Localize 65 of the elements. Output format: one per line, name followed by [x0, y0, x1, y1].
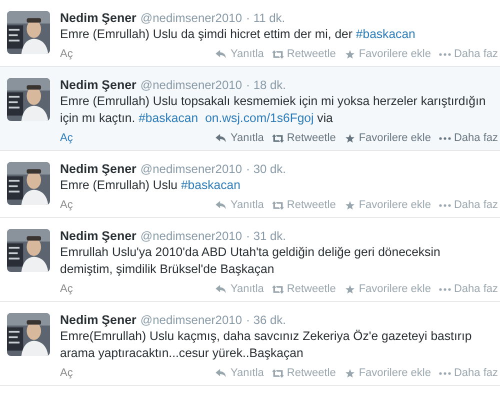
tweet-text: Emre(Emrullah) Uslu kaçmış, daha savcınız Zekeriya Öz'e gazeteyi bastırıp arama yaptıracaktın...cesur yürek..Başkaçan — [60, 328, 473, 362]
action-link[interactable]: Daha faz — [438, 132, 498, 144]
expand-link[interactable]: Aç — [60, 132, 73, 144]
retweet-icon — [272, 368, 284, 378]
action-link[interactable]: Favorilere ekle — [344, 367, 431, 379]
user-handle[interactable]: @nedimsener2010 — [140, 313, 242, 327]
action-link[interactable]: Favorilere ekle — [344, 48, 431, 60]
action-link[interactable]: Favorilere ekle — [344, 283, 431, 295]
retweet-icon — [272, 50, 284, 58]
tweet-text: Emre (Emrullah) Uslu da şimdi hicret ettim der mi, der #baskacan — [60, 26, 416, 43]
timestamp[interactable]: · 30 dk. — [246, 162, 286, 176]
star-icon — [344, 200, 356, 210]
action-link[interactable]: Daha faz — [438, 48, 498, 60]
action-link[interactable]: Favorilere ekle — [344, 132, 431, 144]
user-name[interactable]: Nedim Şener — [60, 229, 136, 243]
star-icon — [344, 134, 356, 142]
action-link[interactable]: Favorilere ekle — [344, 199, 431, 211]
action-link[interactable]: Retweetle — [272, 367, 336, 379]
hashtag-link[interactable]: on.wsj.com/1s6Fgoj — [205, 111, 314, 125]
user-handle[interactable]: @nedimsener2010 — [140, 229, 242, 243]
expand-link[interactable]: Aç — [60, 367, 73, 379]
hashtag-link[interactable]: #baskacan — [356, 27, 416, 41]
action-link[interactable]: Daha faz — [438, 367, 498, 379]
action-link[interactable]: Yanıtla — [215, 367, 264, 379]
tweet-text: Emre (Emrullah) Uslu topsakalı kesmemiek için mi yoksa herzeler karıştırdığın için mı kaçtın. #baskacan on.wsj.com/1s6Fgoj via — [60, 93, 487, 127]
expand-link[interactable]: Aç — [60, 199, 73, 211]
action-link[interactable]: Yanıtla — [215, 48, 264, 60]
user-name[interactable]: Nedim Şener — [60, 78, 136, 92]
star-icon — [344, 284, 356, 294]
retweet-icon — [272, 134, 284, 142]
reply-icon — [215, 284, 228, 294]
tweet-text: Emrullah Uslu'ya 2010'da ABD Utah'ta geldiğin deliğe geri döneceksin demiştim, şimdilik Brüksel'de Başkaçan — [60, 244, 442, 278]
action-link[interactable]: Yanıtla — [215, 199, 264, 211]
action-link[interactable]: Retweetle — [272, 283, 336, 295]
tweet-card[interactable] — [0, 67, 500, 151]
user-handle[interactable]: @nedimsener2010 — [140, 11, 242, 25]
expand-link[interactable]: Aç — [60, 48, 73, 60]
star-icon — [344, 50, 356, 58]
timestamp[interactable]: · 11 dk. — [246, 11, 286, 25]
hashtag-link[interactable]: #baskacan — [180, 178, 240, 192]
tweet-text: Emre (Emrullah) Uslu #baskacan — [60, 177, 242, 194]
timestamp[interactable]: · 36 dk. — [246, 313, 286, 327]
action-link[interactable]: Retweetle — [272, 48, 336, 60]
user-name[interactable]: Nedim Şener — [60, 162, 136, 176]
user-name[interactable]: Nedim Şener — [60, 313, 136, 327]
timestamp[interactable]: · 31 dk. — [246, 229, 286, 243]
hashtag-link[interactable]: #baskacan — [138, 111, 198, 125]
retweet-icon — [272, 284, 284, 294]
reply-icon — [215, 50, 228, 58]
action-link[interactable]: Yanıtla — [215, 283, 264, 295]
action-link[interactable]: Retweetle — [272, 132, 336, 144]
action-link[interactable]: Yanıtla — [215, 132, 264, 144]
star-icon — [344, 368, 356, 378]
user-name[interactable]: Nedim Şener — [60, 11, 136, 25]
expand-link[interactable]: Aç — [60, 283, 73, 295]
reply-icon — [215, 200, 228, 210]
action-link[interactable]: Retweetle — [272, 199, 336, 211]
reply-icon — [215, 134, 228, 142]
action-link[interactable]: Daha faz — [438, 283, 498, 295]
action-link[interactable]: Daha faz — [438, 199, 498, 211]
reply-icon — [215, 368, 228, 378]
timestamp[interactable]: · 18 dk. — [246, 78, 286, 92]
user-handle[interactable]: @nedimsener2010 — [140, 78, 242, 92]
user-handle[interactable]: @nedimsener2010 — [140, 162, 242, 176]
retweet-icon — [272, 200, 284, 210]
